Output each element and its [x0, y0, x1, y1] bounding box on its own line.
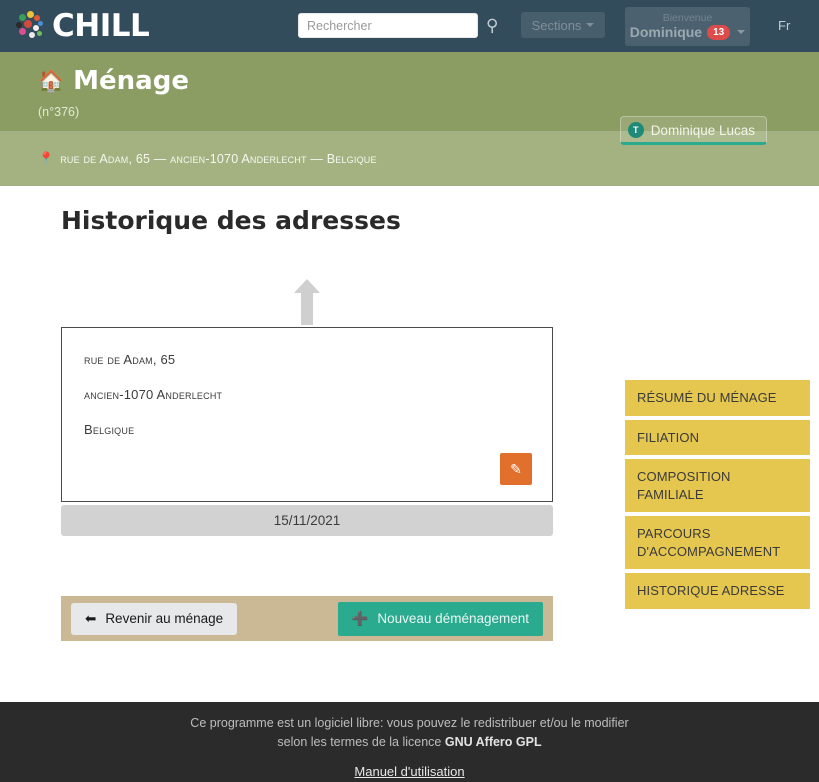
back-button-label: Revenir au ménage	[105, 611, 223, 626]
app-page: CHILL ⚲ Sections Bienvenue Dominique 13 …	[0, 0, 819, 782]
map-pin-icon: 📍	[38, 151, 54, 167]
chevron-down-icon	[737, 30, 745, 34]
footer-license-name: GNU Affero GPL	[445, 735, 542, 749]
page-footer: Ce programme est un logiciel libre: vous…	[0, 702, 819, 782]
main-column: Historique des adresses rue de Adam, 65 …	[61, 206, 553, 536]
sidebar-item-historique-adresse[interactable]: HISTORIQUE ADRESSE	[625, 573, 810, 609]
search-icon[interactable]: ⚲	[486, 17, 498, 34]
user-row: Dominique 13	[630, 25, 745, 40]
arrow-up-icon	[294, 279, 320, 325]
search-input[interactable]	[298, 13, 478, 38]
language-switcher[interactable]: Fr	[778, 18, 790, 33]
sidebar-item-composition[interactable]: COMPOSITION FAMILIALE	[625, 459, 810, 512]
timeline-arrow	[61, 279, 553, 325]
body-area: Historique des adresses rue de Adam, 65 …	[0, 186, 819, 703]
address-date-bar: 15/11/2021	[61, 505, 553, 536]
page-heading: Historique des adresses	[61, 206, 553, 235]
action-button-strip: ⬅ Revenir au ménage ➕ Nouveau déménageme…	[61, 596, 553, 641]
plus-icon: ➕	[352, 611, 369, 627]
banner-title-text: Ménage	[73, 66, 189, 96]
brand-logo[interactable]: CHILL	[16, 8, 149, 44]
chill-dots-logo-icon	[16, 11, 46, 41]
pencil-icon: ✎	[510, 461, 522, 478]
arrow-left-icon: ⬅	[85, 611, 96, 627]
sidebar-item-parcours[interactable]: PARCOURS D'ACCOMPAGNEMENT	[625, 516, 810, 569]
footer-line-2: selon les termes de la licence GNU Affer…	[277, 733, 541, 752]
page-title-row: 🏠 Ménage	[0, 66, 819, 96]
notification-badge: 13	[707, 25, 730, 40]
address-line-country: Belgique	[84, 422, 530, 437]
footer-line-2-prefix: selon les termes de la licence	[277, 735, 444, 749]
person-pill[interactable]: T Dominique Lucas	[620, 116, 767, 145]
person-initial-icon: T	[628, 122, 644, 138]
brand-name: CHILL	[52, 8, 149, 44]
address-line-city: ancien-1070 Anderlecht	[84, 387, 530, 402]
user-greeting: Bienvenue	[663, 13, 713, 24]
back-to-household-button[interactable]: ⬅ Revenir au ménage	[71, 603, 237, 635]
sections-label: Sections	[532, 18, 582, 33]
new-move-label: Nouveau déménagement	[377, 611, 529, 626]
address-line-street: rue de Adam, 65	[84, 352, 530, 367]
sidebar-item-filiation[interactable]: FILIATION	[625, 420, 810, 456]
sections-dropdown[interactable]: Sections	[521, 12, 605, 38]
chevron-down-icon	[586, 23, 594, 27]
top-navbar: CHILL ⚲ Sections Bienvenue Dominique 13 …	[0, 0, 819, 52]
home-icon: 🏠	[38, 69, 64, 94]
footer-line-1: Ce programme est un logiciel libre: vous…	[190, 714, 628, 733]
search-area: ⚲	[298, 13, 498, 38]
sidebar-item-resume[interactable]: RÉSUMÉ DU MÉNAGE	[625, 380, 810, 416]
new-move-button[interactable]: ➕ Nouveau déménagement	[338, 602, 543, 636]
user-manual-link[interactable]: Manuel d'utilisation	[354, 764, 464, 779]
address-card: rue de Adam, 65 ancien-1070 Anderlecht B…	[61, 327, 553, 502]
user-menu-button[interactable]: Bienvenue Dominique 13	[625, 7, 750, 46]
person-pill-name: Dominique Lucas	[651, 123, 755, 138]
right-sidebar: RÉSUMÉ DU MÉNAGE FILIATION COMPOSITION F…	[625, 380, 810, 613]
page-banner: 🏠 Ménage (n°376) T Dominique Lucas	[0, 52, 819, 131]
address-strip-text: rue de Adam, 65 — ancien-1070 Anderlecht…	[60, 152, 377, 166]
edit-address-button[interactable]: ✎	[500, 453, 532, 485]
user-name: Dominique	[630, 25, 702, 39]
